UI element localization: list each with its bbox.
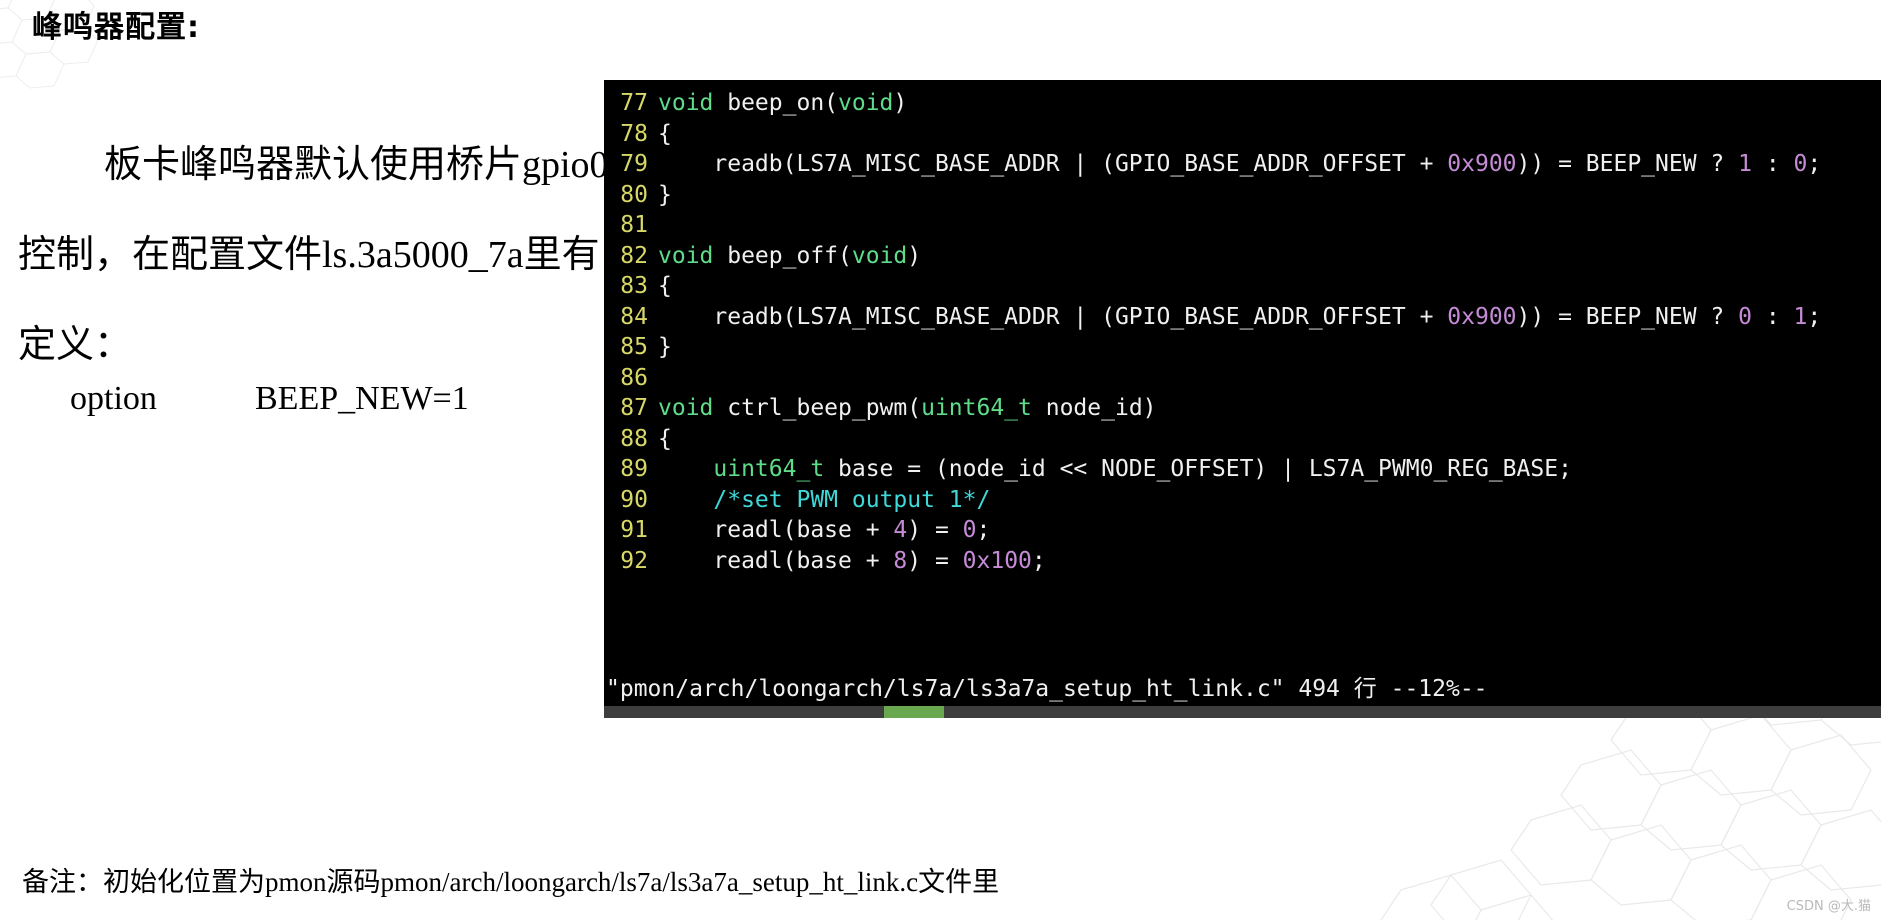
code-token-plain: ctrl_beep_pwm( xyxy=(713,395,922,421)
body-paragraph: 板卡峰鸣器默认使用桥片gpio0 控制，在配置文件ls.3a5000_7a里有 … xyxy=(18,120,609,390)
code-line-number: 81 xyxy=(620,212,648,238)
code-line-number: 91 xyxy=(620,517,648,543)
code-token-num: 0x900 xyxy=(1447,151,1517,177)
terminal-code-window[interactable]: 77 void beep_on(void) 78{79 readb(LS7A_MIS… xyxy=(604,80,1881,718)
footnote-note: 备注：初始化位置为pmon源码pmon/arch/loongarch/ls7a/… xyxy=(22,867,1000,897)
code-line: 83 { xyxy=(604,271,1881,302)
code-line: 91 readl(base + 4) = 0; xyxy=(604,515,1881,546)
body-paragraph-line-1: 板卡峰鸣器默认使用桥片gpio0 xyxy=(104,144,609,186)
code-token-kw: void xyxy=(658,90,714,116)
code-token-plain: ) = xyxy=(907,547,963,574)
code-token-plain: { xyxy=(658,120,672,147)
code-token-num: 8 xyxy=(893,547,908,574)
code-token-plain: )) = BEEP_NEW ? xyxy=(1516,151,1739,177)
code-token-plain: ) xyxy=(907,242,922,269)
code-token-plain: ) = xyxy=(907,517,963,543)
code-line-number: 83 xyxy=(620,273,648,299)
code-line: 80} xyxy=(604,180,1881,211)
option-keyword: option xyxy=(70,380,157,417)
page-title: 峰鸣器配置: xyxy=(32,10,200,45)
code-token-plain: readl(base + xyxy=(658,517,894,543)
code-token-num: 4 xyxy=(893,517,908,543)
code-line-number: 90 xyxy=(620,486,648,513)
code-token-kw: uint64_t xyxy=(921,395,1032,421)
body-paragraph-line-2: 控制，在配置文件ls.3a5000_7a里有 xyxy=(18,234,600,276)
code-token-plain: )) = BEEP_NEW ? xyxy=(1516,303,1739,330)
code-line: 92 readl(base + 8) = 0x100; xyxy=(604,546,1881,577)
code-token-plain: readb(LS7A_MISC_BASE_ADDR | (GPIO_BASE_A… xyxy=(658,151,1448,177)
code-token-kw: void xyxy=(658,395,714,421)
code-token-num: 0 xyxy=(1793,151,1808,177)
code-line: 78 { xyxy=(604,119,1881,150)
code-line: 89 uint64_t base = (node_id << NODE_OFFS… xyxy=(604,454,1881,485)
code-token-num: 1 xyxy=(1738,151,1752,177)
code-token-plain: ; xyxy=(1807,151,1822,177)
code-line-number: 79 xyxy=(620,151,648,177)
code-token-plain: { xyxy=(658,273,672,299)
terminal-scrollbar-thumb[interactable] xyxy=(884,706,944,718)
code-line-number: 78 xyxy=(620,120,648,147)
code-token-kw: void xyxy=(851,242,908,269)
code-token-plain: beep_on( xyxy=(713,90,839,116)
code-token-plain: base = (node_id << NODE_OFFSET) | LS7A_P… xyxy=(824,456,1572,482)
code-line: 90 /*set PWM output 1*/ xyxy=(604,485,1881,516)
code-line: 86 xyxy=(604,363,1881,394)
code-token-plain: readb(LS7A_MISC_BASE_ADDR | (GPIO_BASE_A… xyxy=(658,303,1448,330)
code-line: 88 { xyxy=(604,424,1881,455)
code-token-plain: { xyxy=(658,425,672,452)
code-line-number: 85 xyxy=(620,334,648,360)
code-token-plain: : xyxy=(1751,151,1794,177)
code-line: 85} xyxy=(604,332,1881,363)
code-token-num: 0 xyxy=(962,517,977,543)
code-line-number: 86 xyxy=(620,364,648,391)
code-token-plain: node_id) xyxy=(1031,395,1157,421)
code-line-number: 80 xyxy=(620,181,648,208)
code-token-num: 0x900 xyxy=(1447,303,1517,330)
code-line: 81 xyxy=(604,210,1881,241)
option-definition-row: option BEEP_NEW=1 xyxy=(70,380,590,418)
code-token-kw: uint64_t xyxy=(713,456,825,482)
code-token-cmt: /*set PWM output 1*/ xyxy=(658,486,991,513)
code-token-plain: beep_off( xyxy=(713,242,852,269)
code-line: 82 void beep_off(void) xyxy=(604,241,1881,272)
option-value: BEEP_NEW=1 xyxy=(255,380,469,417)
code-line: 87 void ctrl_beep_pwm(uint64_t node_id) xyxy=(604,393,1881,424)
code-token-plain: ; xyxy=(1031,547,1046,574)
code-token-num: 0 xyxy=(1738,303,1752,330)
code-token-plain: } xyxy=(658,181,672,208)
watermark-label: CSDN @大.猫 xyxy=(1786,899,1871,914)
code-line: 77 void beep_on(void) xyxy=(604,88,1881,119)
code-token-plain: } xyxy=(658,334,672,360)
code-line-number: 82 xyxy=(620,242,648,269)
code-token-plain: ; xyxy=(1807,303,1822,330)
terminal-scrollbar[interactable] xyxy=(604,706,1881,718)
code-line-number: 84 xyxy=(620,303,648,330)
code-line: 84 readb(LS7A_MISC_BASE_ADDR | (GPIO_BAS… xyxy=(604,302,1881,333)
body-paragraph-line-3: 定义： xyxy=(18,324,133,366)
code-line-number: 89 xyxy=(620,456,648,482)
code-token-num: 0x100 xyxy=(962,547,1032,574)
terminal-status-line: "pmon/arch/loongarch/ls7a/ls3a7a_setup_h… xyxy=(606,676,1488,702)
code-token-plain: : xyxy=(1751,303,1794,330)
code-line: 79 readb(LS7A_MISC_BASE_ADDR | (GPIO_BAS… xyxy=(604,149,1881,180)
code-token-plain: ) xyxy=(893,90,908,116)
code-token-kw: void xyxy=(838,90,894,116)
terminal-code-area: 77 void beep_on(void) 78{79 readb(LS7A_MIS… xyxy=(604,80,1881,576)
code-token-plain: readl(base + xyxy=(658,547,894,574)
code-token-kw: void xyxy=(658,242,714,269)
code-token-num: 1 xyxy=(1793,303,1808,330)
code-token-plain: ; xyxy=(976,517,991,543)
code-line-number: 88 xyxy=(620,425,648,452)
code-line-number: 77 xyxy=(620,90,648,116)
code-line-number: 92 xyxy=(620,547,648,574)
code-line-number: 87 xyxy=(620,395,648,421)
